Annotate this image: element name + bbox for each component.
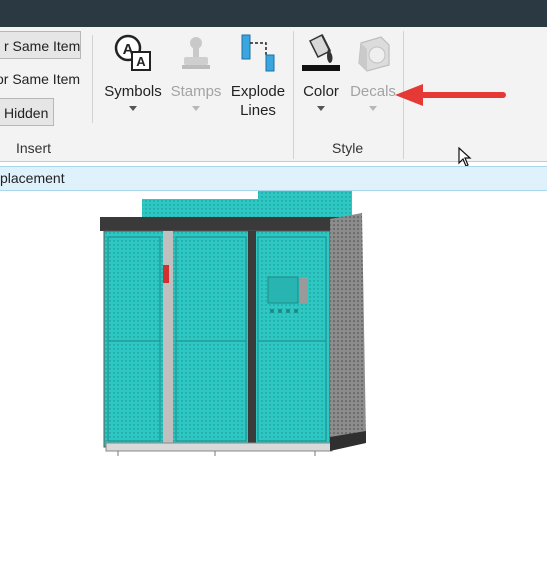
- stamp-icon: [166, 33, 226, 77]
- insert-group-label: Insert: [16, 140, 52, 156]
- cabinet-model: [100, 191, 366, 456]
- or-same-item-button[interactable]: or Same Item: [0, 65, 80, 93]
- symbols-label: Symbols: [104, 83, 162, 100]
- explode-lines-button[interactable]: Explode Lines: [228, 33, 288, 119]
- chevron-down-icon: [192, 106, 200, 111]
- model-viewport[interactable]: [0, 191, 547, 569]
- symbols-button[interactable]: A A Symbols: [103, 33, 163, 111]
- hidden-button[interactable]: Hidden: [0, 98, 54, 126]
- chevron-down-icon: [369, 106, 377, 111]
- explode-label-line2: Lines: [240, 102, 276, 119]
- paint-bucket-icon: [297, 33, 345, 77]
- breadcrumb-text: placement: [0, 170, 65, 186]
- ribbon-separator: [293, 31, 294, 159]
- explode-lines-icon: [228, 33, 288, 77]
- highlight-arrow-icon: [395, 84, 506, 106]
- ribbon-separator: [92, 35, 93, 123]
- style-group-label: Style: [332, 140, 364, 156]
- explode-label-line1: Explode: [230, 83, 286, 100]
- svg-text:A: A: [136, 54, 146, 69]
- window-titlebar: [0, 0, 547, 27]
- color-label: Color: [303, 83, 339, 100]
- breadcrumb: placement: [0, 166, 547, 191]
- stamps-button[interactable]: Stamps: [166, 33, 226, 111]
- decal-icon: [347, 33, 399, 77]
- stamps-label: Stamps: [170, 83, 222, 100]
- decals-button[interactable]: Decals: [347, 33, 399, 111]
- mouse-cursor-icon: [458, 147, 472, 167]
- same-item-button[interactable]: r Same Item: [0, 31, 81, 59]
- chevron-down-icon: [129, 106, 137, 111]
- ribbon-toolbar: r Same Item or Same Item Hidden Insert A…: [0, 27, 547, 167]
- decals-label: Decals: [350, 83, 396, 100]
- symbols-icon: A A: [103, 33, 163, 77]
- chevron-down-icon: [317, 106, 325, 111]
- color-button[interactable]: Color: [297, 33, 345, 111]
